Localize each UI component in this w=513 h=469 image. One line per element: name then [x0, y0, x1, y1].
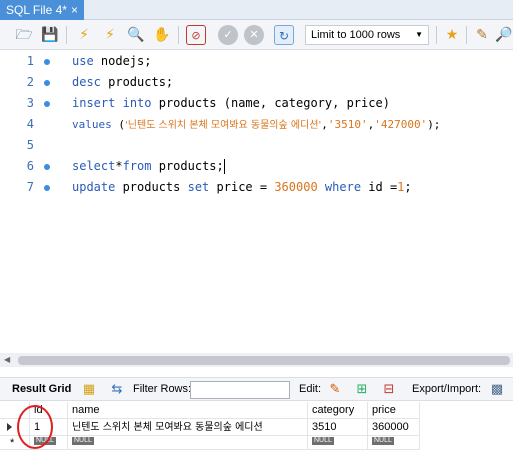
autocommit-icon[interactable]: ↻: [274, 25, 294, 45]
grid-header-row: id name category price: [0, 402, 430, 419]
explain-icon[interactable]: 🔍: [126, 25, 146, 45]
delete-row-icon[interactable]: ⊟: [380, 381, 398, 398]
editor-line: 1 use nodejs;: [0, 51, 513, 72]
line-number: 4: [26, 117, 34, 131]
toolbar-divider: [436, 26, 437, 44]
commit-icon[interactable]: ✓: [218, 25, 238, 45]
add-snippet-star-icon[interactable]: ★: [442, 25, 462, 45]
edit-row-icon[interactable]: ✎: [326, 381, 344, 398]
beautify-broom-icon[interactable]: ✎: [472, 25, 492, 45]
table-row[interactable]: 1 닌텐도 스위치 본체 모여봐요 동물의숲 에디션 3510 360000: [0, 419, 430, 436]
stop-icon[interactable]: ✋: [152, 25, 172, 45]
close-tab-icon[interactable]: ×: [71, 0, 78, 20]
search-icon[interactable]: 🔎: [494, 25, 513, 45]
toolbar-divider: [66, 26, 67, 44]
null-badge: NULL: [372, 437, 394, 445]
new-cell-category[interactable]: NULL: [308, 436, 368, 450]
new-cell-price[interactable]: NULL: [368, 436, 420, 450]
code-text: values ('닌텐도 스위치 본체 모여봐요 동물의숲 에디션','3510…: [72, 118, 441, 131]
statement-marker-icon: [44, 101, 50, 107]
export-import-label: Export/Import:: [412, 383, 482, 395]
line-number: 2: [26, 75, 34, 89]
filter-rows-label: Filter Rows:: [133, 383, 192, 395]
tab-sql-file[interactable]: SQL File 4* ×: [0, 0, 84, 20]
chevron-down-icon: ▼: [415, 30, 423, 39]
edit-label: Edit:: [299, 383, 322, 395]
sql-editor[interactable]: 1 use nodejs; 2 desc products; 3 insert …: [0, 51, 513, 353]
current-row-arrow-icon: [7, 423, 12, 431]
execute-current-icon[interactable]: ⚡: [100, 25, 120, 45]
statement-marker-icon: [44, 164, 50, 170]
editor-horizontal-scrollbar[interactable]: ◀: [0, 353, 513, 367]
execute-icon[interactable]: ⚡: [74, 25, 94, 45]
cell-name[interactable]: 닌텐도 스위치 본체 모여봐요 동물의숲 에디션: [68, 419, 308, 436]
editor-line: 7 update products set price = 360000 whe…: [0, 177, 513, 198]
column-header-price[interactable]: price: [368, 402, 420, 419]
line-number: 7: [26, 180, 34, 194]
new-row[interactable]: * NULL NULL NULL NULL: [0, 436, 430, 450]
line-number: 5: [26, 138, 34, 152]
cell-category[interactable]: 3510: [308, 419, 368, 436]
tab-bar: SQL File 4* ×: [0, 0, 513, 20]
scrollbar-thumb[interactable]: [18, 356, 510, 365]
null-badge: NULL: [72, 437, 94, 445]
refresh-icon[interactable]: ⇆: [108, 381, 126, 398]
line-number: 1: [26, 54, 34, 68]
code-text: update products set price = 360000 where…: [72, 180, 412, 194]
annotation-circle: [17, 405, 53, 449]
null-badge: NULL: [312, 437, 334, 445]
code-text: use nodejs;: [72, 54, 152, 68]
text-cursor: [223, 159, 225, 174]
toolbar-divider: [178, 26, 179, 44]
editor-line: 3 insert into products (name, category, …: [0, 93, 513, 114]
toggle-continue-icon[interactable]: ⊘: [186, 25, 206, 45]
column-header-name[interactable]: name: [68, 402, 308, 419]
save-icon[interactable]: 💾: [40, 25, 60, 45]
statement-marker-icon: [44, 80, 50, 86]
line-number: 6: [26, 159, 34, 173]
code-text: select*from products;: [72, 159, 225, 174]
folder-open-icon[interactable]: 🗁: [14, 25, 34, 45]
editor-line: 2 desc products;: [0, 72, 513, 93]
toolbar-divider: [466, 26, 467, 44]
result-toolbar: Result Grid ▦ ⇆ Filter Rows: Edit: ✎ ⊞ ⊟…: [0, 377, 513, 401]
limit-rows-value: Limit to 1000 rows: [311, 29, 401, 41]
grid-view-icon[interactable]: ▦: [80, 381, 98, 398]
filter-rows-input[interactable]: [190, 381, 290, 399]
editor-line: 5: [0, 135, 513, 156]
tab-title: SQL File 4*: [6, 3, 67, 17]
sql-toolbar: 🗁 💾 ⚡ ⚡ 🔍 ✋ ⊘ ✓ ✕ ↻ Limit to 1000 rows ▼…: [0, 20, 513, 50]
editor-line: 4 values ('닌텐도 스위치 본체 모여봐요 동물의숲 에디션','35…: [0, 114, 513, 135]
rollback-icon[interactable]: ✕: [244, 25, 264, 45]
limit-rows-select[interactable]: Limit to 1000 rows ▼: [305, 25, 429, 45]
scroll-left-icon[interactable]: ◀: [4, 355, 10, 364]
line-number: 3: [26, 96, 34, 110]
add-row-icon[interactable]: ⊞: [353, 381, 371, 398]
export-icon[interactable]: ▩: [488, 381, 506, 398]
column-header-category[interactable]: category: [308, 402, 368, 419]
new-cell-name[interactable]: NULL: [68, 436, 308, 450]
statement-marker-icon: [44, 59, 50, 65]
statement-marker-icon: [44, 185, 50, 191]
code-text: insert into products (name, category, pr…: [72, 96, 390, 110]
editor-line: 6 select*from products;: [0, 156, 513, 177]
cell-price[interactable]: 360000: [368, 419, 420, 436]
result-grid-label[interactable]: Result Grid: [12, 383, 71, 395]
code-text: desc products;: [72, 75, 174, 89]
